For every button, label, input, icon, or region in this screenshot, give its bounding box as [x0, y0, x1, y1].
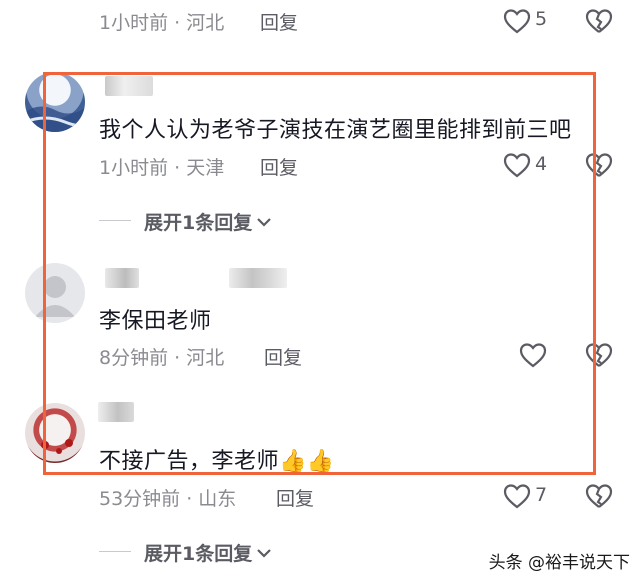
avatar[interactable] — [25, 72, 85, 132]
comment-meta: 1小时前 · 天津 — [99, 157, 225, 179]
like-count: 4 — [535, 153, 548, 175]
expand-replies-label: 展开1条回复 — [144, 212, 253, 234]
reply-button[interactable]: 回复 — [260, 153, 298, 180]
expand-replies-button[interactable]: 展开1条回复 — [144, 539, 272, 566]
username-redacted — [105, 76, 153, 96]
comment-meta: 1小时前 · 河北 — [99, 12, 225, 34]
reply-button[interactable]: 回复 — [264, 343, 302, 370]
like-count: 7 — [535, 484, 548, 506]
heart-icon[interactable] — [503, 8, 531, 34]
broken-heart-icon[interactable] — [585, 8, 613, 34]
chevron-down-icon — [256, 546, 272, 560]
username-redacted — [98, 402, 134, 422]
chevron-down-icon — [256, 215, 272, 229]
default-avatar-icon[interactable] — [25, 263, 85, 323]
avatar[interactable] — [25, 403, 85, 463]
comment-meta: 8分钟前 · 河北 — [99, 347, 225, 369]
divider — [99, 551, 131, 552]
expand-replies-button[interactable]: 展开1条回复 — [144, 208, 272, 235]
broken-heart-icon[interactable] — [585, 152, 613, 178]
reply-button[interactable]: 回复 — [276, 484, 314, 511]
broken-heart-icon[interactable] — [585, 342, 613, 368]
watermark: 头条 @裕丰说天下 — [488, 553, 630, 573]
heart-icon[interactable] — [503, 152, 531, 178]
reply-button[interactable]: 回复 — [260, 8, 298, 35]
comment-text: 我个人认为老爷子演技在演艺圈里能排到前三吧 — [99, 118, 572, 143]
like-count: 5 — [535, 8, 548, 30]
comment-text: 李保田老师 — [99, 309, 212, 334]
heart-icon[interactable] — [503, 483, 531, 509]
expand-replies-label: 展开1条回复 — [144, 543, 253, 565]
comment-meta: 53分钟前 · 山东 — [99, 488, 237, 510]
divider — [99, 220, 131, 221]
username-redacted — [229, 268, 287, 288]
username-redacted — [105, 268, 139, 288]
comment-text: 不接广告，李老师👍👍 — [99, 449, 335, 474]
heart-icon[interactable] — [519, 342, 547, 368]
broken-heart-icon[interactable] — [585, 483, 613, 509]
